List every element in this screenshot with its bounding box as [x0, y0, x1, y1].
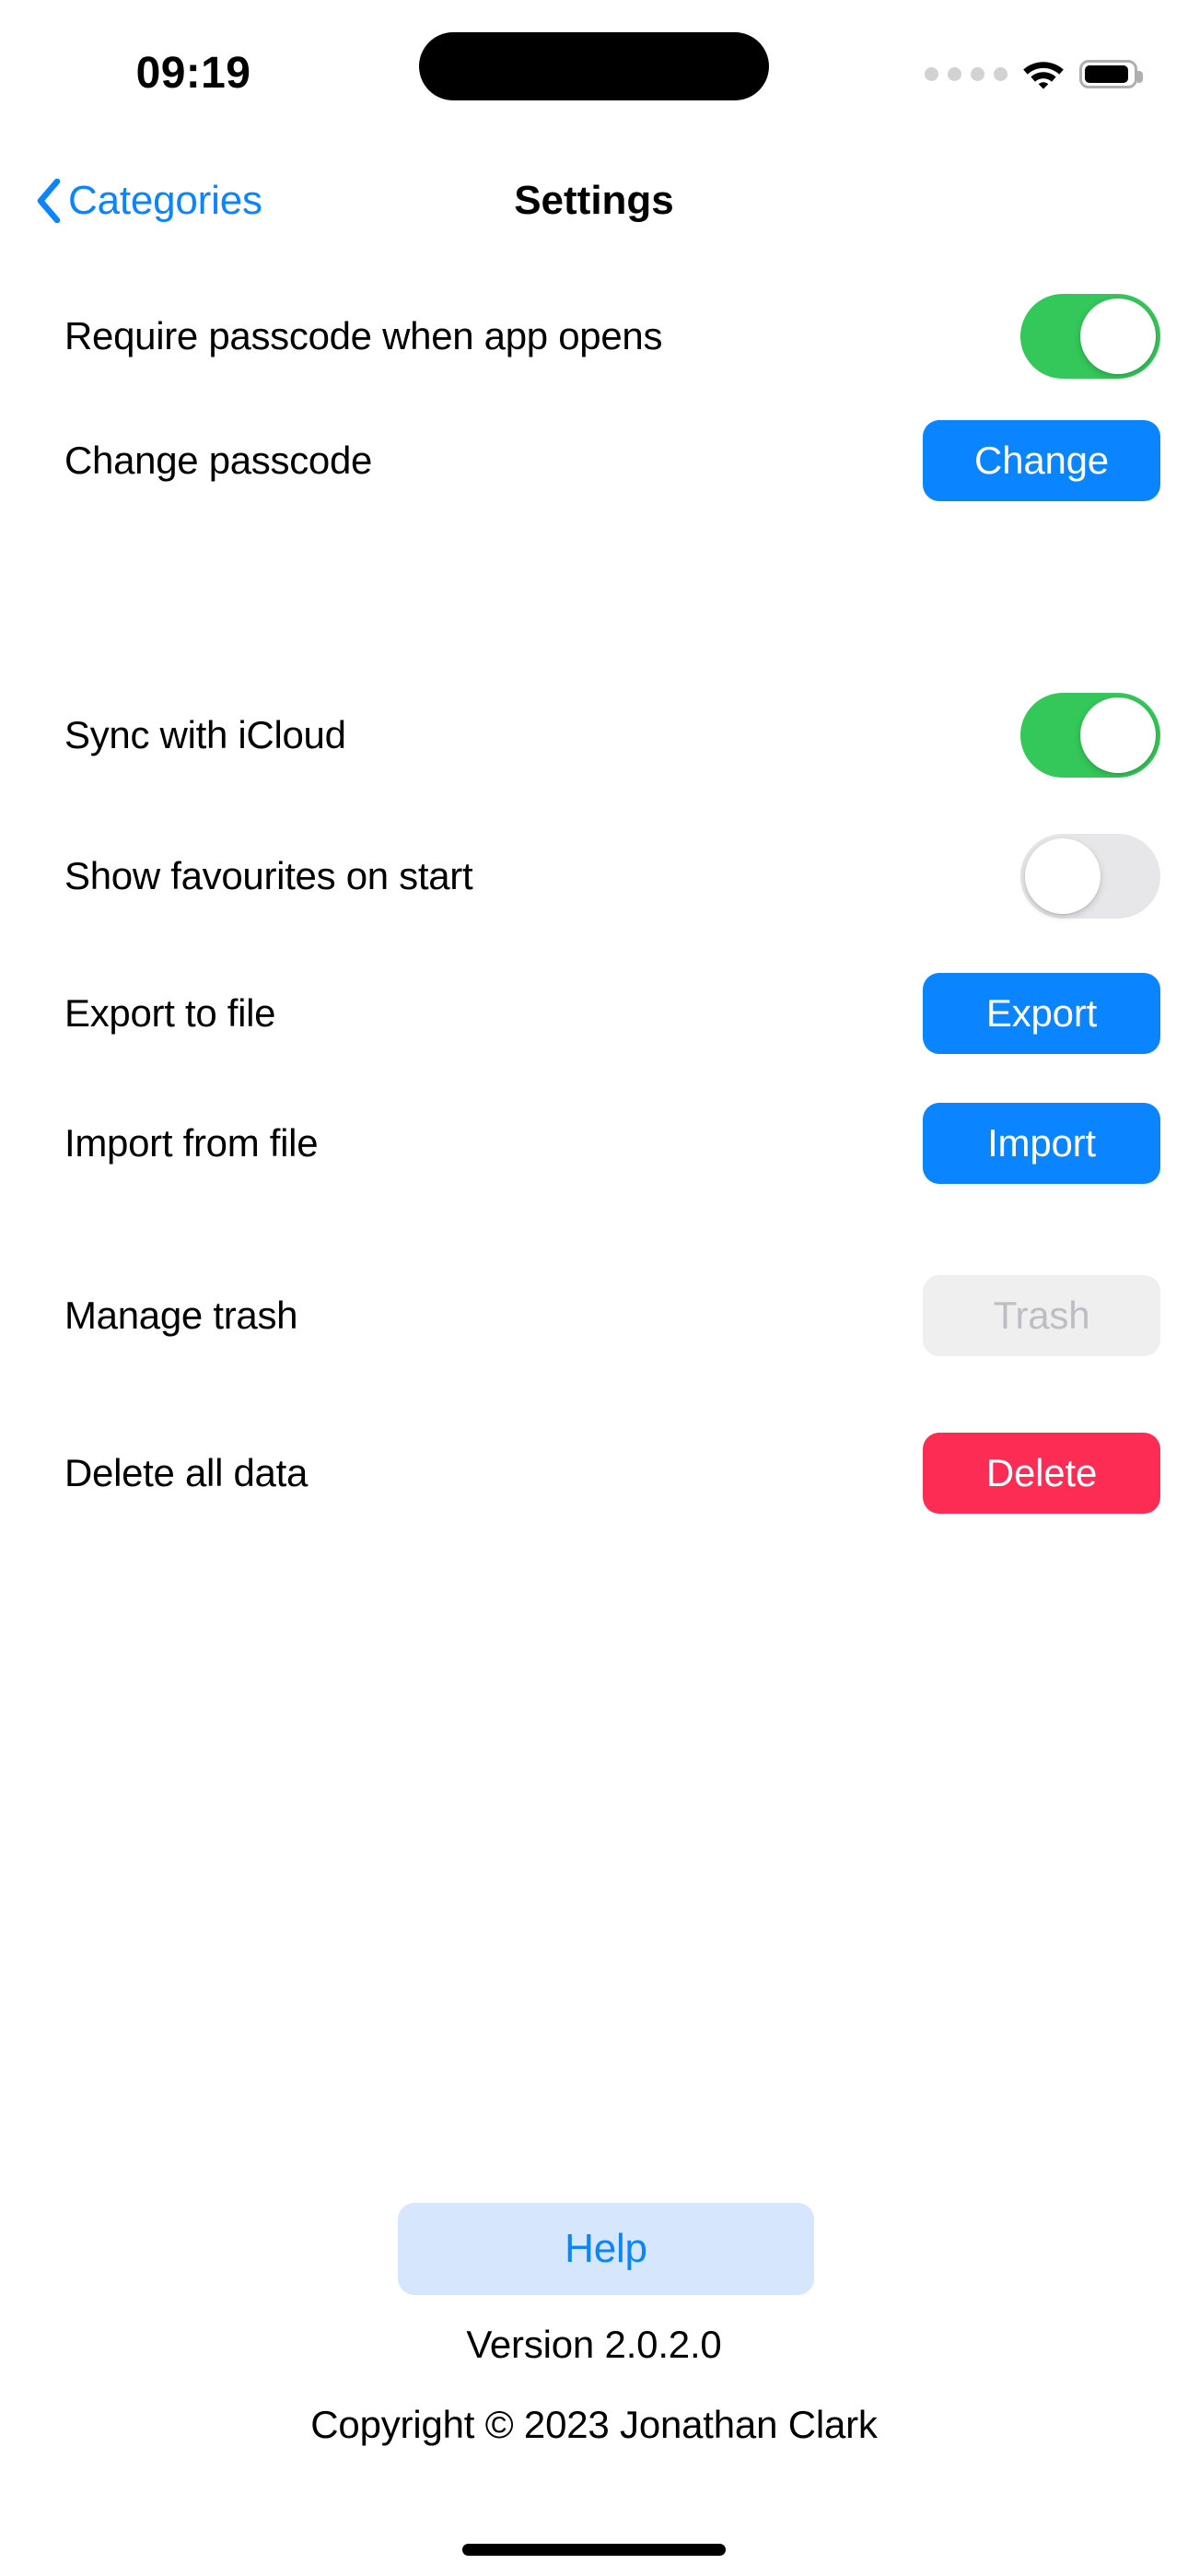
settings-row-sync-icloud: Sync with iCloud [0, 689, 1188, 781]
row-label-change-passcode: Change passcode [64, 439, 373, 482]
settings-row-show-favourites: Show favourites on start [0, 830, 1188, 922]
dynamic-island [419, 32, 769, 100]
cellular-dots-icon [925, 66, 1007, 81]
battery-full-icon [1079, 59, 1143, 88]
app-screen: 09:19 Categories Settings Require passco… [0, 0, 1188, 2576]
home-indicator[interactable] [462, 2544, 726, 2556]
toggle-sync-icloud[interactable] [1020, 693, 1160, 778]
row-label-manage-trash: Manage trash [64, 1294, 298, 1337]
help-button[interactable]: Help [398, 2203, 814, 2295]
status-indicators [925, 53, 1143, 94]
button-delete-all-data[interactable]: Delete [923, 1433, 1160, 1514]
toggle-knob [1080, 299, 1156, 374]
settings-row-delete-all-data: Delete all data Delete [0, 1427, 1188, 1519]
row-label-require-passcode: Require passcode when app opens [64, 314, 663, 357]
footer: Help Version 2.0.2.0 Copyright © 2023 Jo… [0, 2180, 1188, 2576]
settings-row-import-file: Import from file Import [0, 1097, 1188, 1189]
status-time: 09:19 [135, 49, 251, 98]
version-label: Version 2.0.2.0 [466, 2323, 722, 2366]
navigation-bar: Categories Settings [0, 157, 1188, 258]
status-bar: 09:19 [0, 0, 1188, 157]
settings-row-require-passcode: Require passcode when app opens [0, 290, 1188, 382]
row-label-delete-all-data: Delete all data [64, 1451, 309, 1494]
row-label-export-file: Export to file [64, 991, 276, 1035]
button-import-file[interactable]: Import [923, 1103, 1160, 1184]
settings-row-change-passcode: Change passcode Change [0, 415, 1188, 507]
row-label-import-file: Import from file [64, 1121, 319, 1165]
row-label-sync-icloud: Sync with iCloud [64, 713, 346, 756]
wifi-icon [1023, 62, 1064, 89]
toggle-knob [1080, 697, 1156, 773]
button-change-passcode[interactable]: Change [923, 420, 1160, 501]
toggle-require-passcode[interactable] [1020, 294, 1160, 379]
page-title: Settings [514, 178, 674, 223]
button-manage-trash: Trash [923, 1275, 1160, 1356]
toggle-show-favourites[interactable] [1020, 834, 1160, 919]
copyright-label: Copyright © 2023 Jonathan Clark [310, 2403, 878, 2446]
settings-row-export-file: Export to file Export [0, 967, 1188, 1060]
row-label-show-favourites: Show favourites on start [64, 854, 473, 897]
settings-row-manage-trash: Manage trash Trash [0, 1270, 1188, 1362]
button-export-file[interactable]: Export [923, 973, 1160, 1054]
toggle-knob [1025, 838, 1101, 914]
